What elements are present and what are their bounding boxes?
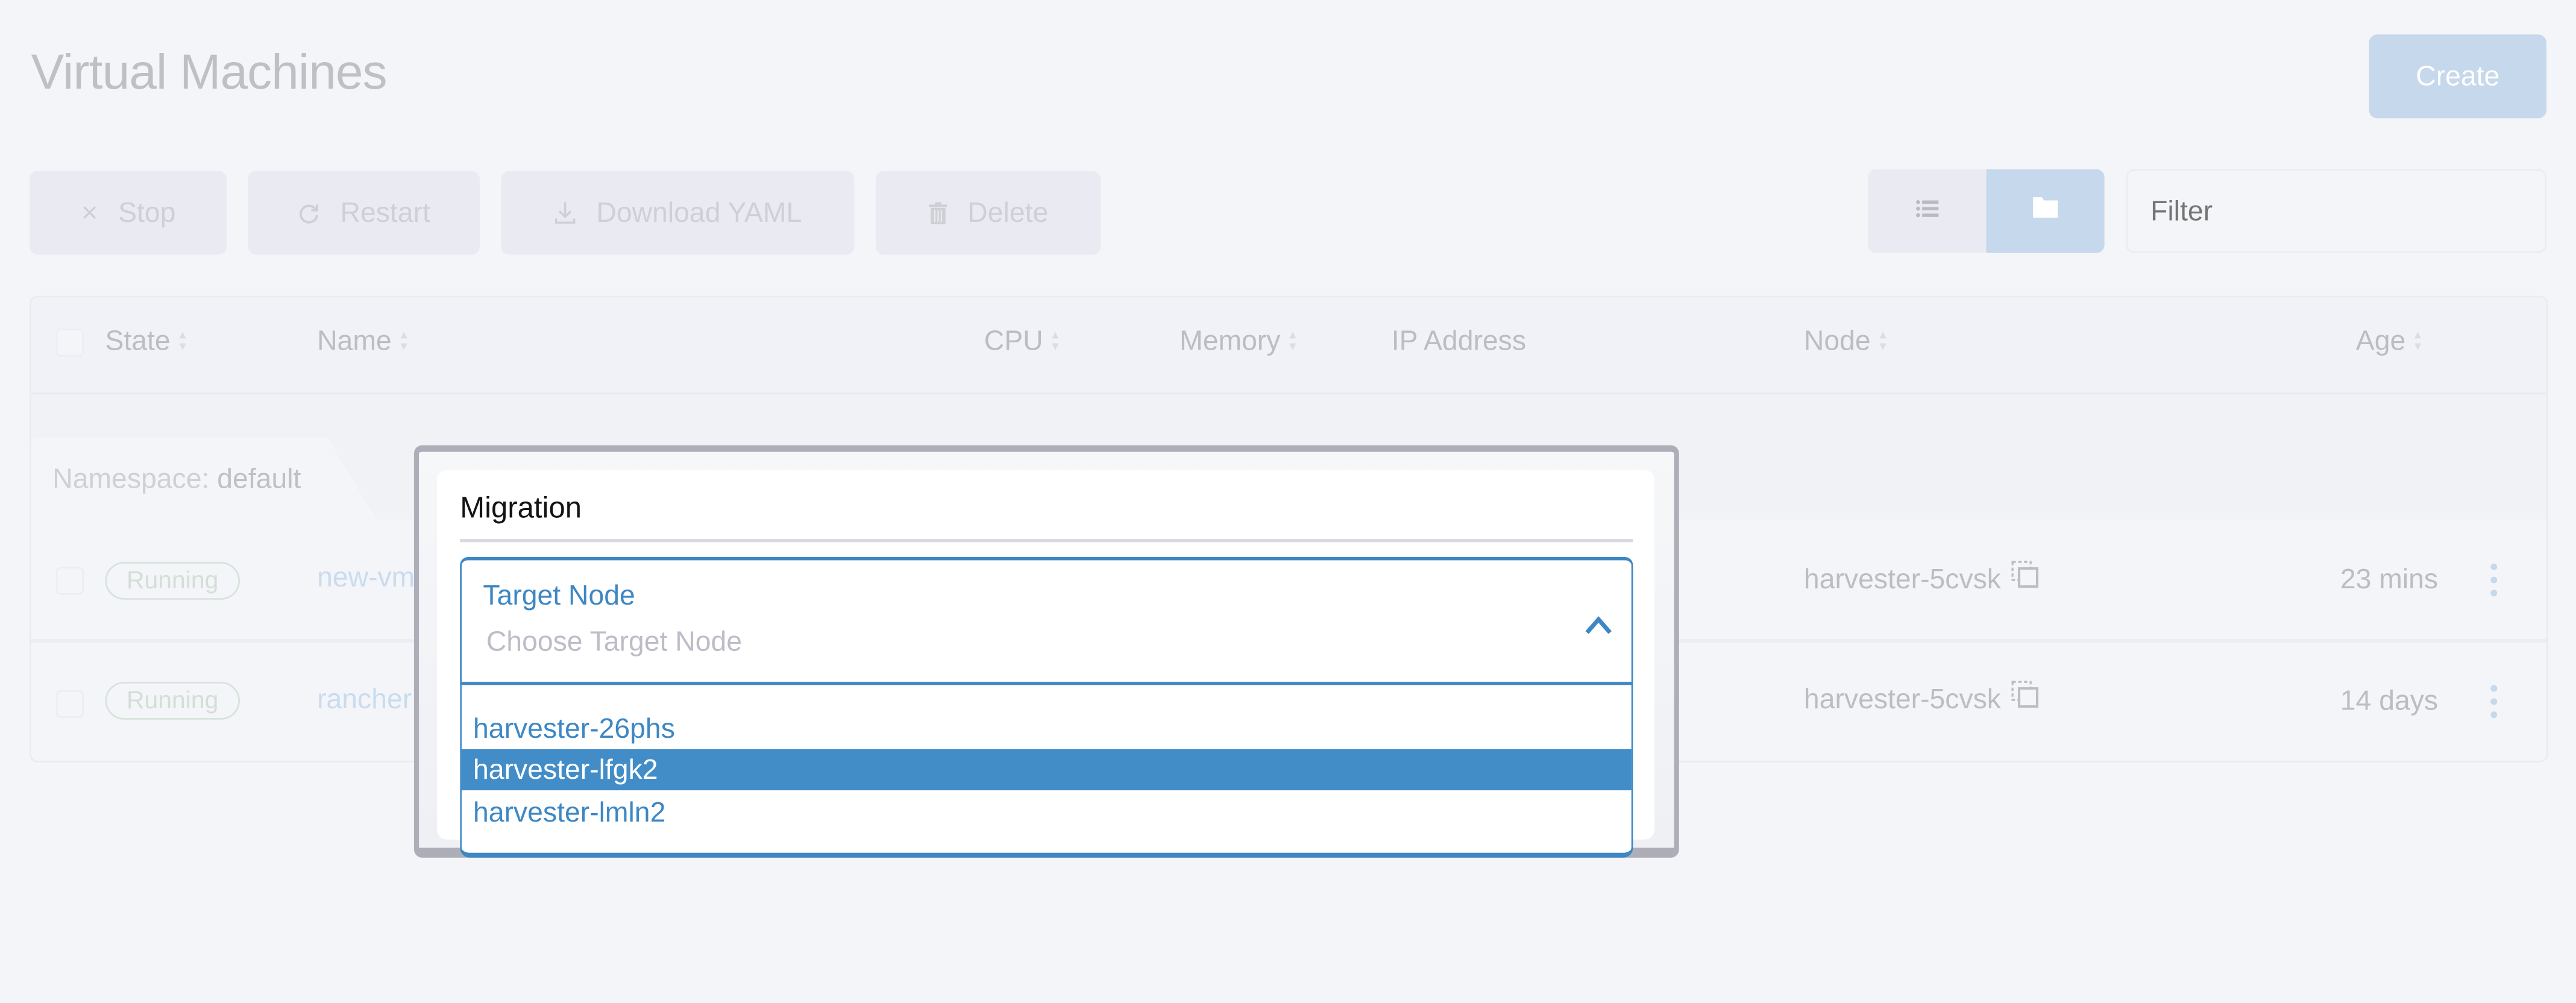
chevron-up-icon[interactable]: [1580, 609, 1616, 643]
page-title: Virtual Machines: [31, 46, 388, 101]
dropdown-option[interactable]: harvester-26phs: [462, 708, 1632, 749]
target-node-placeholder[interactable]: Choose Target Node: [486, 626, 742, 659]
sort-icon: ▲ ▼: [1287, 330, 1299, 354]
column-label: Age: [2355, 325, 2406, 357]
download-yaml-button[interactable]: Download YAML: [501, 171, 855, 255]
close-icon: ✕: [80, 200, 99, 225]
age-cell: 23 mins: [2340, 563, 2439, 595]
sort-icon: ▲ ▼: [177, 330, 189, 354]
select-all-checkbox[interactable]: [55, 329, 84, 357]
column-label: Node: [1803, 325, 1871, 357]
virtual-machines-page: Virtual Machines Create ✕ Stop Restart D…: [0, 0, 2576, 1002]
stop-button[interactable]: ✕ Stop: [30, 171, 227, 255]
delete-label: Delete: [967, 196, 1049, 228]
dropdown-option-highlighted[interactable]: harvester-lfgk2: [461, 749, 1632, 791]
column-header-node[interactable]: Node ▲ ▼: [1804, 325, 1889, 359]
download-yaml-label: Download YAML: [596, 196, 802, 228]
restart-label: Restart: [340, 196, 430, 228]
target-node-label: Target Node: [483, 580, 635, 611]
column-header-age[interactable]: Age ▲ ▼: [2356, 325, 2424, 359]
sort-icon: ▲ ▼: [1877, 330, 1889, 354]
column-header-name[interactable]: Name ▲ ▼: [317, 325, 409, 359]
trash-icon: [928, 201, 948, 224]
dropdown-option[interactable]: harvester-lmln2: [462, 792, 1632, 833]
row-actions-menu[interactable]: [2490, 563, 2498, 597]
sort-icon: ▲ ▼: [1049, 330, 1061, 354]
view-mode-toggle: [1868, 169, 2105, 253]
target-node-dropdown: harvester-26phs harvester-lfgk2 harveste…: [460, 685, 1633, 858]
table-header: State ▲ ▼ Name ▲ ▼ CPU ▲ ▼ Memory ▲ ▼ IP Add…: [31, 297, 2546, 396]
list-icon: [1915, 197, 1939, 226]
flat-list-view-button[interactable]: [1868, 169, 1987, 253]
node-name: harvester-5cvsk: [1803, 682, 2001, 714]
target-node-select[interactable]: [460, 557, 1633, 685]
column-label: State: [105, 325, 171, 357]
download-icon: [554, 201, 577, 225]
node-cell: harvester-5cvsk: [1804, 560, 2040, 598]
column-label: Name: [317, 325, 392, 357]
status-badge: Running: [105, 682, 240, 720]
column-header-ip-address: IP Address: [1392, 325, 1526, 359]
group-view-button[interactable]: [1986, 169, 2105, 253]
restart-button[interactable]: Restart: [248, 171, 480, 255]
status-badge: Running: [105, 562, 240, 600]
folder-icon: [2032, 195, 2059, 227]
copy-icon[interactable]: [2011, 680, 2040, 718]
namespace-group-label: Namespace: default: [52, 464, 301, 497]
refresh-icon: [298, 201, 321, 224]
stop-label: Stop: [118, 196, 176, 228]
vm-name-link[interactable]: rancher: [317, 684, 412, 717]
row-checkbox[interactable]: [55, 567, 84, 595]
sort-icon: ▲ ▼: [398, 330, 410, 354]
column-header-memory[interactable]: Memory ▲ ▼: [1180, 325, 1298, 359]
delete-button[interactable]: Delete: [875, 171, 1101, 255]
row-actions-menu[interactable]: [2490, 685, 2498, 718]
namespace-value: default: [217, 463, 301, 495]
column-label: CPU: [984, 325, 1043, 357]
node-name: harvester-5cvsk: [1803, 562, 2001, 594]
age-cell: 14 days: [2340, 685, 2439, 717]
filter-input[interactable]: [2126, 169, 2546, 253]
modal-title: Migration: [460, 491, 582, 524]
create-button[interactable]: Create: [2369, 34, 2546, 119]
column-header-state[interactable]: State ▲ ▼: [105, 325, 188, 359]
modal-divider: [460, 539, 1633, 542]
column-label: Memory: [1180, 325, 1281, 357]
copy-icon[interactable]: [2011, 560, 2040, 598]
node-cell: harvester-5cvsk: [1804, 680, 2040, 718]
vm-name-link[interactable]: new-vm: [317, 562, 415, 595]
row-checkbox[interactable]: [55, 690, 84, 718]
column-header-cpu[interactable]: CPU ▲ ▼: [984, 325, 1061, 359]
column-label: IP Address: [1391, 325, 1527, 357]
sort-icon: ▲ ▼: [2412, 330, 2424, 354]
namespace-prefix: Namespace:: [52, 463, 210, 495]
